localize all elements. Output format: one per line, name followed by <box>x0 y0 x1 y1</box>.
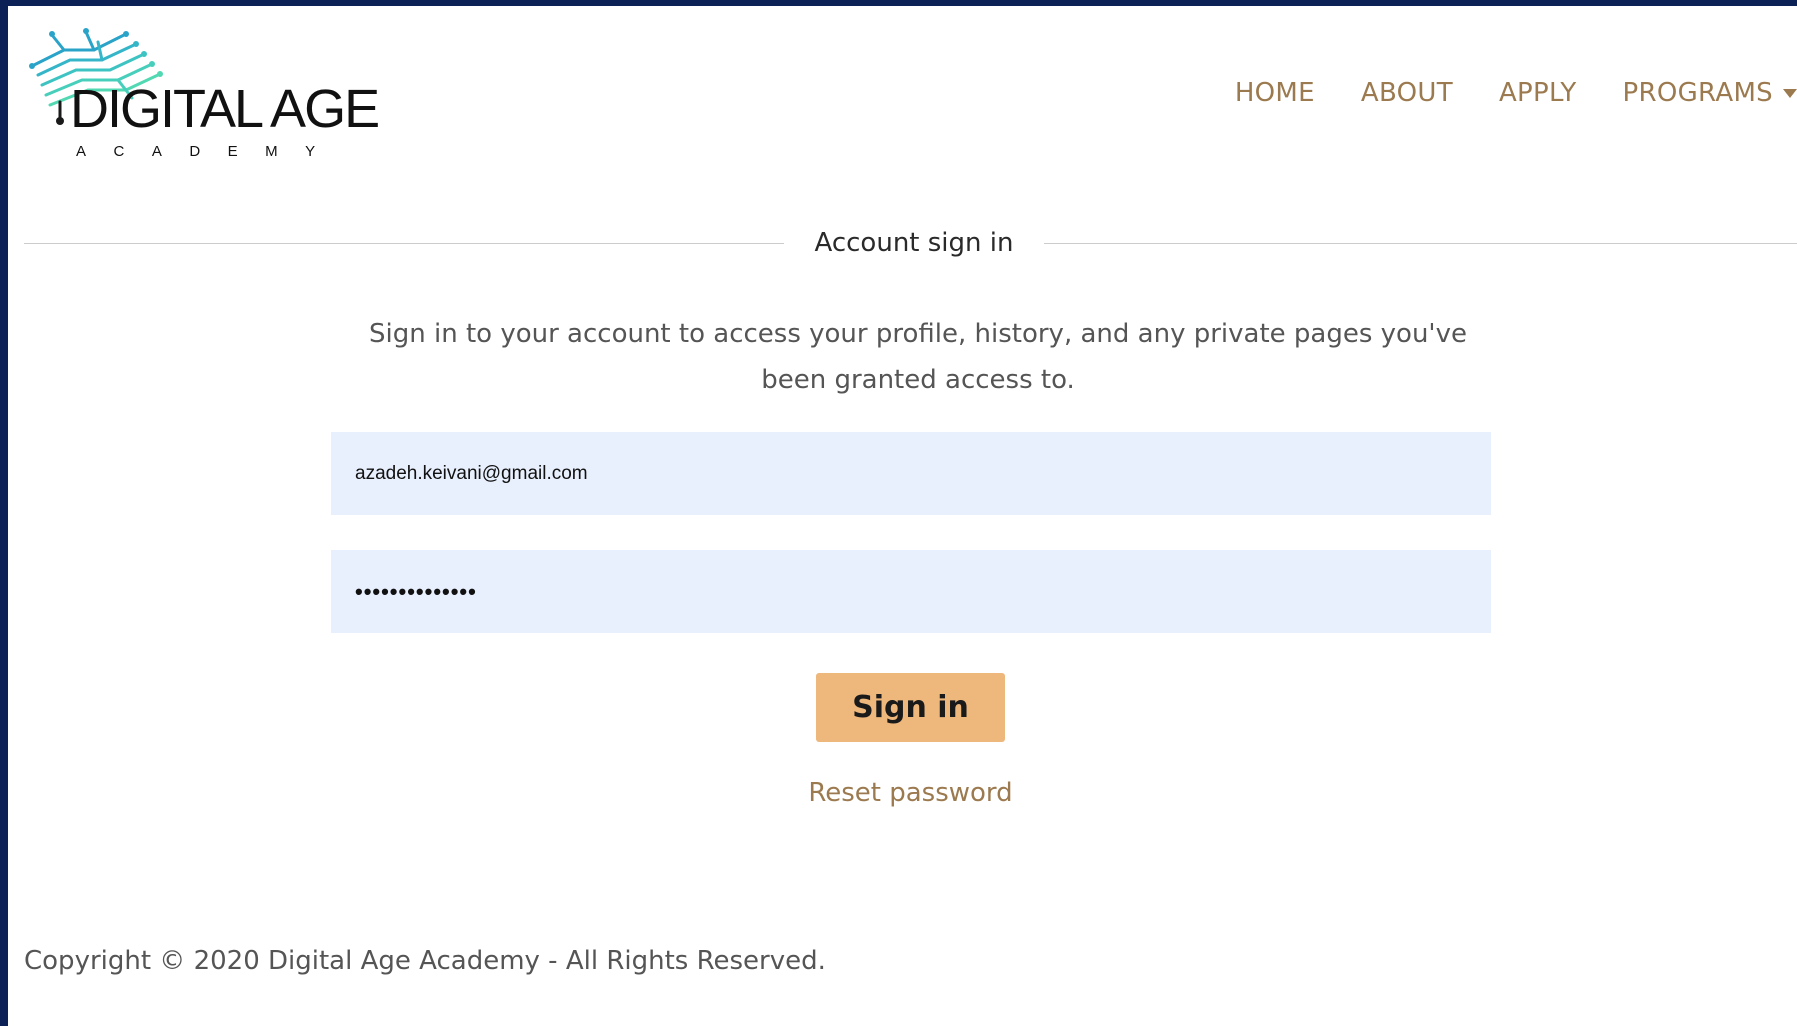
page-title: Account sign in <box>814 228 1014 258</box>
reset-password-link[interactable]: Reset password <box>708 778 1113 808</box>
nav-home[interactable]: HOME <box>1235 78 1315 108</box>
footer-copyright: Copyright © 2020 Digital Age Academy - A… <box>24 946 826 976</box>
logo[interactable]: DIGITAL AGE ACADEMY <box>24 20 380 170</box>
main-nav: HOME ABOUT APPLY PROGRAMS <box>1235 78 1797 108</box>
nav-about[interactable]: ABOUT <box>1361 78 1453 108</box>
signin-heading-row: Account sign in <box>24 228 1797 258</box>
nav-about-label: ABOUT <box>1360 78 1453 108</box>
chevron-down-icon <box>1783 88 1797 98</box>
nav-apply[interactable]: APPLY <box>1499 78 1577 108</box>
nav-programs-label: PROGRAMS <box>1622 78 1773 108</box>
nav-home-label: HOME <box>1234 78 1315 108</box>
password-field[interactable]: •••••••••••••• <box>331 550 1491 633</box>
divider-right <box>1044 243 1797 244</box>
nav-apply-label: APPLY <box>1498 78 1577 108</box>
sign-in-button[interactable]: Sign in <box>816 673 1005 742</box>
nav-programs[interactable]: PROGRAMS <box>1623 78 1797 108</box>
logo-wordmark: DIGITAL AGE <box>70 79 380 139</box>
divider-left <box>24 243 784 244</box>
logo-subtitle: ACADEMY <box>76 143 343 160</box>
email-field[interactable]: azadeh.keivani@gmail.com <box>331 432 1491 515</box>
page: DIGITAL AGE ACADEMY HOME ABOUT APPLY PRO… <box>8 6 1797 1026</box>
signin-description: Sign in to your account to access your p… <box>369 319 1467 395</box>
